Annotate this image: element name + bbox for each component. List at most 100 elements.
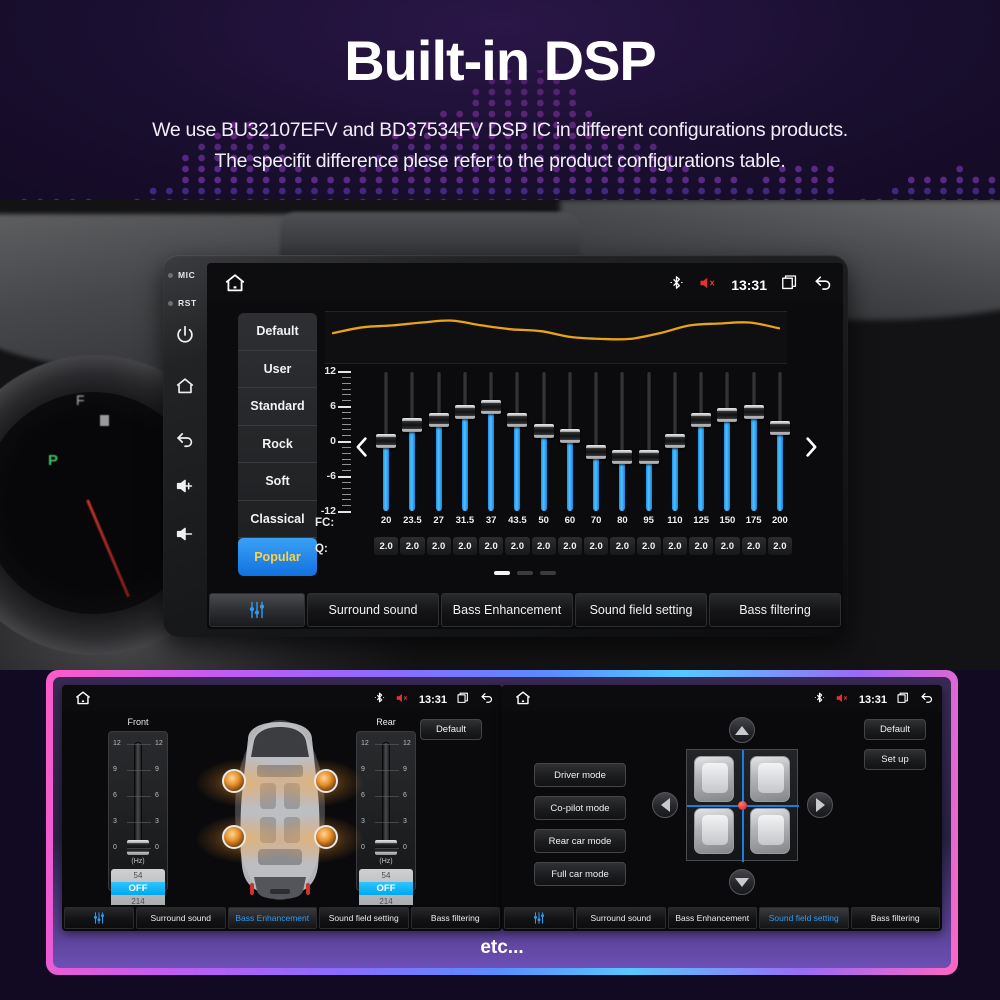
- page-dot[interactable]: [540, 571, 556, 575]
- bass-enhancement-tab-bar[interactable]: Surround sound Bass Enhancement Sound fi…: [62, 905, 502, 931]
- eq-slider-thumb[interactable]: [559, 428, 580, 443]
- arrow-up-button[interactable]: [729, 717, 755, 743]
- recent-apps-icon[interactable]: [780, 273, 799, 297]
- tab-bass-filtering[interactable]: Bass filtering: [709, 593, 841, 627]
- tab-bass-enhancement[interactable]: Bass Enhancement: [667, 907, 757, 929]
- picker-option-selected[interactable]: OFF: [359, 882, 413, 895]
- eq-slider-thumb[interactable]: [743, 405, 764, 420]
- q-value-cell[interactable]: 2.0: [741, 537, 766, 555]
- eq-band-slider[interactable]: [376, 371, 397, 511]
- chevron-right-icon[interactable]: [801, 433, 821, 461]
- q-value-cell[interactable]: 2.0: [767, 537, 792, 555]
- eq-band-slider[interactable]: [717, 371, 738, 511]
- eq-band-slider[interactable]: [586, 371, 607, 511]
- volume-down-button[interactable]: [174, 523, 196, 545]
- tab-bass-filtering[interactable]: Bass filtering: [850, 907, 940, 929]
- tab-sound-field-setting[interactable]: Sound field setting: [319, 907, 409, 929]
- power-button[interactable]: [174, 324, 196, 346]
- arrow-right-button[interactable]: [807, 792, 833, 818]
- home-icon[interactable]: [74, 689, 92, 707]
- home-icon[interactable]: [223, 271, 247, 295]
- page-indicator[interactable]: [207, 571, 843, 575]
- setup-button[interactable]: Set up: [864, 749, 926, 770]
- tab-surround-sound[interactable]: Surround sound: [307, 593, 439, 627]
- mode-button-rear-car-mode[interactable]: Rear car mode: [534, 829, 626, 853]
- tab-sound-field-setting[interactable]: Sound field setting: [759, 907, 849, 929]
- tab-bass-enhancement[interactable]: Bass Enhancement: [441, 593, 573, 627]
- default-button[interactable]: Default: [864, 719, 926, 740]
- q-value-cell[interactable]: 2.0: [426, 537, 451, 555]
- main-tab-bar[interactable]: Surround sound Bass Enhancement Sound fi…: [207, 591, 843, 629]
- default-button[interactable]: Default: [420, 719, 482, 740]
- preset-item-soft[interactable]: Soft: [238, 463, 317, 501]
- q-value-cell[interactable]: 2.0: [479, 537, 504, 555]
- equalizer-band-sliders[interactable]: [373, 371, 793, 511]
- back-icon[interactable]: [812, 272, 833, 298]
- sound-field-tab-bar[interactable]: Surround sound Bass Enhancement Sound fi…: [502, 905, 942, 931]
- q-value-cell[interactable]: 2.0: [715, 537, 740, 555]
- rear-bass-slider[interactable]: (Hz) 54 OFF 214 12 12 9 9 6 6 3 3 0 0: [356, 731, 416, 908]
- picker-option-selected[interactable]: OFF: [111, 882, 165, 895]
- tab-surround-sound[interactable]: Surround sound: [136, 907, 226, 929]
- eq-slider-thumb[interactable]: [454, 405, 475, 420]
- eq-band-slider[interactable]: [507, 371, 528, 511]
- mode-button-driver-mode[interactable]: Driver mode: [534, 763, 626, 787]
- mode-button-co-pilot-mode[interactable]: Co-pilot mode: [534, 796, 626, 820]
- chevron-left-icon[interactable]: [352, 433, 372, 461]
- q-value-cell[interactable]: 2.0: [636, 537, 661, 555]
- eq-slider-thumb[interactable]: [586, 444, 607, 459]
- back-icon[interactable]: [479, 690, 494, 710]
- q-value-cell[interactable]: 2.0: [400, 537, 425, 555]
- eq-band-slider[interactable]: [664, 371, 685, 511]
- eq-slider-thumb[interactable]: [533, 423, 554, 438]
- eq-slider-thumb[interactable]: [769, 420, 790, 435]
- eq-band-slider[interactable]: [638, 371, 659, 511]
- tab-bass-filtering[interactable]: Bass filtering: [410, 907, 500, 929]
- mode-button-full-car-mode[interactable]: Full car mode: [534, 862, 626, 886]
- preset-item-popular[interactable]: Popular: [238, 538, 317, 576]
- eq-slider-thumb[interactable]: [717, 407, 738, 422]
- tab-equalizer[interactable]: [209, 593, 305, 627]
- rear-frequency-picker[interactable]: 54 OFF 214: [359, 869, 413, 908]
- eq-band-slider[interactable]: [428, 371, 449, 511]
- eq-band-slider[interactable]: [559, 371, 580, 511]
- tab-equalizer[interactable]: [64, 907, 134, 929]
- preset-item-standard[interactable]: Standard: [238, 388, 317, 426]
- tab-bass-enhancement[interactable]: Bass Enhancement: [227, 907, 317, 929]
- eq-slider-thumb[interactable]: [664, 434, 685, 448]
- preset-item-default[interactable]: Default: [238, 313, 317, 351]
- back-button[interactable]: [174, 427, 196, 449]
- q-value-cell[interactable]: 2.0: [689, 537, 714, 555]
- preset-item-classical[interactable]: Classical: [238, 501, 317, 538]
- eq-slider-thumb[interactable]: [402, 418, 423, 433]
- seat-position-grid[interactable]: [686, 749, 799, 862]
- q-value-cell[interactable]: 2.0: [505, 537, 530, 555]
- eq-slider-thumb[interactable]: [507, 413, 528, 427]
- front-frequency-picker[interactable]: 54 OFF 214: [111, 869, 165, 908]
- home-button[interactable]: [174, 375, 196, 397]
- eq-band-slider[interactable]: [533, 371, 554, 511]
- eq-band-slider[interactable]: [402, 371, 423, 511]
- eq-slider-thumb[interactable]: [376, 434, 397, 448]
- q-value-row[interactable]: 2.0 2.0 2.0 2.0 2.0 2.0 2.0 2.0 2.0 2.0 2.0 2.0 2.0 2…: [373, 537, 793, 555]
- q-value-cell[interactable]: 2.0: [557, 537, 582, 555]
- tab-surround-sound[interactable]: Surround sound: [576, 907, 666, 929]
- home-icon[interactable]: [514, 689, 532, 707]
- q-value-cell[interactable]: 2.0: [531, 537, 556, 555]
- front-bass-slider[interactable]: (Hz) 54 OFF 214 12 12 9 9 6 6 3 3 0 0: [108, 731, 168, 908]
- eq-band-slider[interactable]: [481, 371, 502, 511]
- tab-sound-field-setting[interactable]: Sound field setting: [575, 593, 707, 627]
- back-icon[interactable]: [919, 690, 934, 710]
- eq-band-slider[interactable]: [769, 371, 790, 511]
- volume-up-button[interactable]: [174, 475, 196, 497]
- eq-band-slider[interactable]: [612, 371, 633, 511]
- q-value-cell[interactable]: 2.0: [610, 537, 635, 555]
- preset-list[interactable]: Default User Standard Rock Soft Classical Popu…: [238, 313, 317, 576]
- preset-item-user[interactable]: User: [238, 351, 317, 388]
- q-value-cell[interactable]: 2.0: [662, 537, 687, 555]
- eq-slider-thumb[interactable]: [428, 413, 449, 427]
- eq-band-slider[interactable]: [743, 371, 764, 511]
- picker-option-above[interactable]: 54: [111, 869, 165, 882]
- arrow-down-button[interactable]: [729, 869, 755, 895]
- q-value-cell[interactable]: 2.0: [452, 537, 477, 555]
